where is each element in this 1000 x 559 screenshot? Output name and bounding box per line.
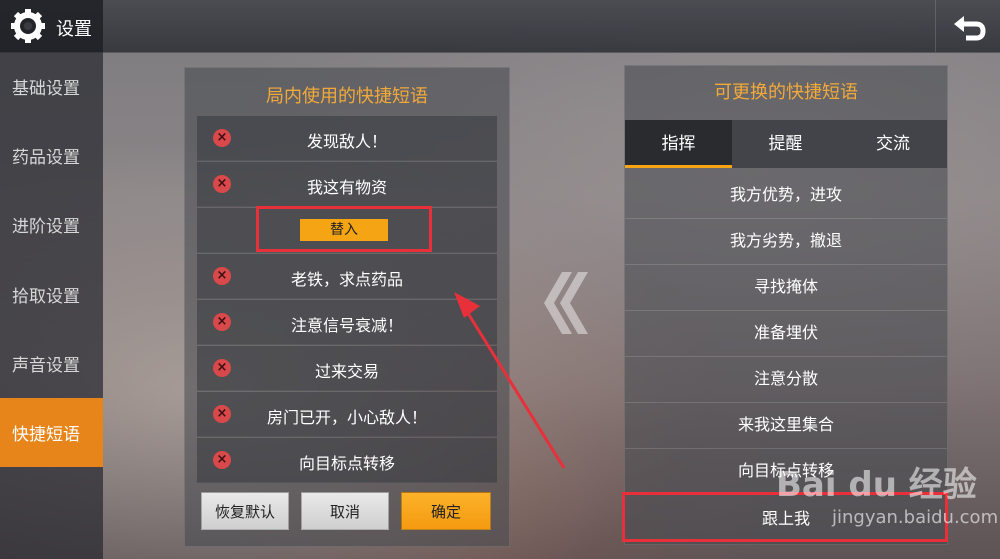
tab-reminder[interactable]: 提醒 — [732, 120, 839, 168]
sidebar-item-sound[interactable]: 声音设置 — [0, 329, 103, 398]
list-item[interactable]: 我方优势，进攻 — [625, 172, 947, 219]
phrase-text: 我这有物资 — [306, 178, 387, 197]
list-item[interactable]: 准备埋伏 — [625, 310, 947, 357]
baidu-watermark: Bai du 经验 jingyan.baidu.com — [760, 455, 1000, 535]
list-item[interactable]: 来我这里集合 — [625, 402, 947, 449]
watermark-url: jingyan.baidu.com — [832, 507, 999, 528]
double-chevron-left-icon — [544, 272, 588, 334]
list-item[interactable]: 我方劣势，撤退 — [625, 218, 947, 265]
sidebar-item-label: 快捷短语 — [12, 425, 80, 445]
sidebar-item-label: 拾取设置 — [12, 287, 80, 307]
tab-communication[interactable]: 交流 — [839, 120, 947, 168]
list-item[interactable]: × 发现敌人！ — [197, 116, 497, 161]
title-area: 设置 — [0, 0, 103, 52]
list-item[interactable]: × 我这有物资 — [197, 162, 497, 207]
phrase-category-tabs: 指挥 提醒 交流 — [625, 120, 947, 168]
watermark-logo-text: Bai du 经验 — [776, 465, 977, 505]
list-item[interactable]: 寻找掩体 — [625, 264, 947, 311]
page-title: 设置 — [56, 19, 92, 40]
settings-sidebar: 基础设置 药品设置 进阶设置 拾取设置 声音设置 快捷短语 — [0, 52, 103, 559]
tab-command[interactable]: 指挥 — [625, 120, 732, 168]
top-bar: 设置 — [0, 0, 1000, 53]
left-panel-title: 局内使用的快捷短语 — [266, 86, 428, 107]
confirm-button[interactable]: 确定 — [401, 492, 491, 530]
list-item[interactable]: 注意分散 — [625, 356, 947, 403]
reset-default-button[interactable]: 恢复默认 — [201, 492, 289, 530]
highlight-box-replace — [256, 206, 432, 252]
cancel-button[interactable]: 取消 — [301, 492, 389, 530]
sidebar-item-label: 药品设置 — [12, 148, 80, 168]
back-arrow-icon — [954, 16, 986, 41]
sidebar-item-label: 声音设置 — [12, 356, 80, 376]
phrase-text: 发现敌人！ — [306, 132, 387, 151]
sidebar-item-pickup[interactable]: 拾取设置 — [0, 260, 103, 329]
sidebar-item-advanced[interactable]: 进阶设置 — [0, 190, 103, 259]
right-panel-title: 可更换的快捷短语 — [714, 82, 858, 103]
sidebar-item-medicine[interactable]: 药品设置 — [0, 121, 103, 190]
sidebar-item-quick-phrases[interactable]: 快捷短语 — [0, 398, 103, 467]
back-button[interactable] — [935, 0, 1000, 52]
sidebar-item-label: 基础设置 — [12, 79, 80, 99]
gear-icon — [11, 9, 45, 43]
sidebar-item-basic[interactable]: 基础设置 — [0, 52, 103, 121]
sidebar-item-label: 进阶设置 — [12, 217, 80, 237]
